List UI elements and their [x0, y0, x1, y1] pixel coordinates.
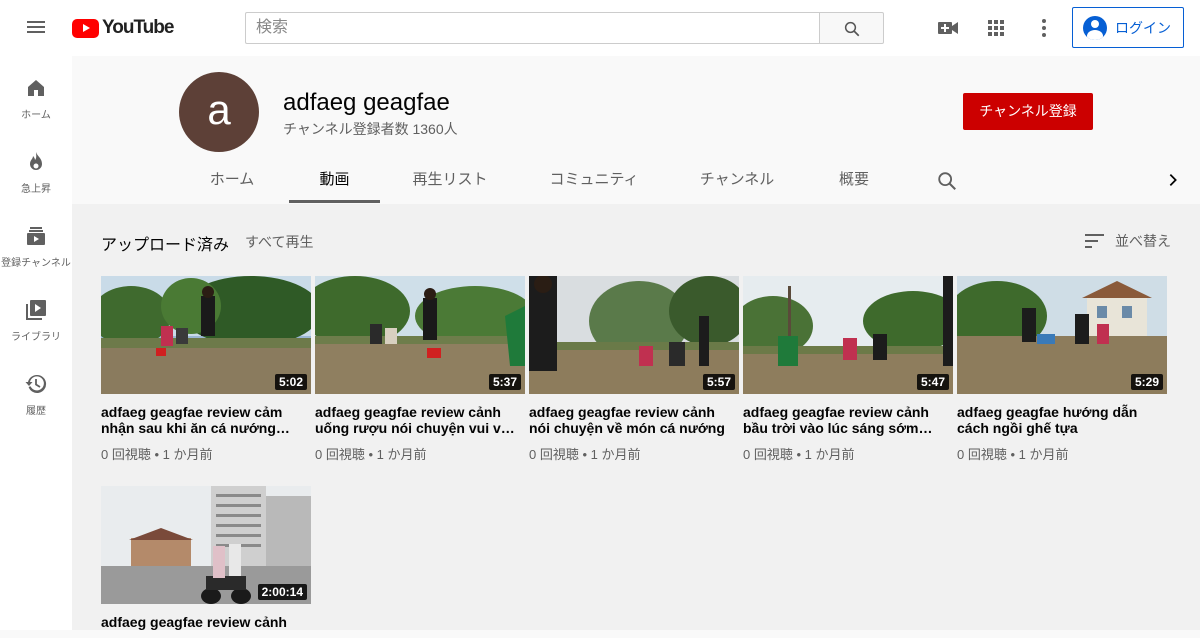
menu-icon[interactable]: [24, 18, 48, 38]
youtube-logo[interactable]: YouTube: [72, 17, 174, 39]
video-item[interactable]: 5:57 adfaeg geagfae review cảnh nói chuy…: [529, 276, 739, 463]
chevron-right-icon[interactable]: [1165, 172, 1181, 188]
top-bar: YouTube 検索 ログイン: [0, 0, 1200, 56]
video-title[interactable]: adfaeg geagfae review cảnh nói chuyện về…: [529, 404, 739, 436]
video-duration: 5:37: [488, 374, 521, 390]
video-thumbnail[interactable]: 5:57: [529, 276, 739, 394]
subscribe-button[interactable]: チャンネル登録: [963, 93, 1093, 130]
video-item[interactable]: 5:37 adfaeg geagfae review cảnh uống rượ…: [315, 276, 525, 463]
video-meta: 0 回視聴 • 1 か月前: [957, 447, 1069, 462]
sidebar-item-history[interactable]: 履歴: [0, 352, 72, 426]
sidebar-item-subscriptions[interactable]: 登録チャンネル: [0, 204, 72, 278]
apps-grid-icon[interactable]: [984, 16, 1008, 40]
sidebar-item-label: ホーム: [21, 110, 51, 121]
video-item[interactable]: 5:29 adfaeg geagfae hướng dẫn cách ngồi …: [957, 276, 1167, 463]
youtube-play-icon: [72, 18, 99, 38]
video-thumbnail[interactable]: 5:37: [315, 276, 525, 394]
account-icon: [1083, 15, 1107, 40]
search-button[interactable]: [819, 12, 884, 44]
shelf-title: アップロード済み: [101, 237, 230, 254]
video-duration: 5:02: [274, 374, 307, 390]
tab-videos[interactable]: 動画: [289, 156, 380, 203]
video-duration: 5:47: [916, 374, 949, 390]
more-options-icon[interactable]: [1032, 16, 1056, 40]
login-button[interactable]: ログイン: [1072, 7, 1184, 48]
sidebar: ホーム 急上昇 登録チャンネル ライブラリ 履歴: [0, 56, 72, 630]
subscriber-count: チャンネル登録者数 1360人: [283, 121, 458, 137]
video-duration: 2:00:14: [257, 584, 307, 600]
sidebar-item-label: 登録チャンネル: [1, 258, 71, 269]
video-item[interactable]: 5:02 adfaeg geagfae review cảm nhận sau …: [101, 276, 311, 463]
create-video-icon[interactable]: [936, 16, 960, 40]
sidebar-item-label: ライブラリ: [11, 332, 61, 343]
video-meta: 0 回視聴 • 1 か月前: [101, 447, 213, 462]
home-icon: [28, 80, 44, 96]
play-all-link[interactable]: すべて再生: [245, 232, 313, 252]
sidebar-item-trending[interactable]: 急上昇: [0, 130, 72, 204]
video-grid-section: アップロード済み すべて再生 並べ替え 5:02 adfaeg geagfae …: [72, 204, 1200, 630]
tab-home[interactable]: ホーム: [192, 156, 272, 203]
video-thumbnail[interactable]: 5:47: [743, 276, 953, 394]
sidebar-item-label: 履歴: [26, 406, 46, 417]
video-title[interactable]: adfaeg geagfae review cảnh: [101, 614, 311, 630]
video-title[interactable]: adfaeg geagfae review cảnh bầu trời vào …: [743, 404, 953, 436]
login-label: ログイン: [1115, 19, 1171, 36]
video-meta: 0 回視聴 • 1 か月前: [743, 447, 855, 462]
logo-text: YouTube: [102, 17, 174, 38]
video-duration: 5:57: [702, 374, 735, 390]
video-title[interactable]: adfaeg geagfae review cảm nhận sau khi ă…: [101, 404, 311, 436]
tab-playlists[interactable]: 再生リスト: [398, 156, 502, 203]
video-title[interactable]: adfaeg geagfae review cảnh uống rượu nói…: [315, 404, 525, 436]
tab-channels[interactable]: チャンネル: [687, 156, 787, 203]
sort-label: 並べ替え: [1115, 233, 1171, 249]
sort-button[interactable]: 並べ替え: [1085, 231, 1171, 251]
channel-avatar[interactable]: a: [179, 72, 259, 152]
tab-community[interactable]: コミュニティ: [530, 156, 658, 203]
video-item[interactable]: 5:47 adfaeg geagfae review cảnh bầu trời…: [743, 276, 953, 463]
video-meta: 0 回視聴 • 1 か月前: [529, 447, 641, 462]
search-input[interactable]: 検索: [245, 12, 820, 44]
sidebar-item-label: 急上昇: [21, 184, 51, 195]
sort-icon: [1085, 234, 1104, 248]
video-thumbnail[interactable]: 2:00:14: [101, 486, 311, 604]
video-duration: 5:29: [1130, 374, 1163, 390]
sidebar-item-home[interactable]: ホーム: [0, 56, 72, 130]
tab-about[interactable]: 概要: [819, 156, 889, 203]
sidebar-item-library[interactable]: ライブラリ: [0, 278, 72, 352]
video-thumbnail[interactable]: 5:29: [957, 276, 1167, 394]
search-icon: [844, 21, 860, 37]
flame-icon: [30, 152, 42, 170]
video-item[interactable]: 2:00:14 adfaeg geagfae review cảnh: [101, 486, 311, 638]
subscriptions-icon: [27, 227, 45, 245]
video-meta: 0 回視聴 • 1 か月前: [315, 447, 427, 462]
channel-header: a adfaeg geagfae チャンネル登録者数 1360人 チャンネル登録…: [72, 56, 1200, 204]
channel-name: adfaeg geagfae: [283, 89, 450, 116]
video-title[interactable]: adfaeg geagfae hướng dẫn cách ngồi ghế t…: [957, 404, 1167, 436]
search-icon[interactable]: [936, 170, 958, 192]
library-icon: [26, 300, 46, 320]
video-thumbnail[interactable]: 5:02: [101, 276, 311, 394]
history-icon: [25, 374, 47, 393]
